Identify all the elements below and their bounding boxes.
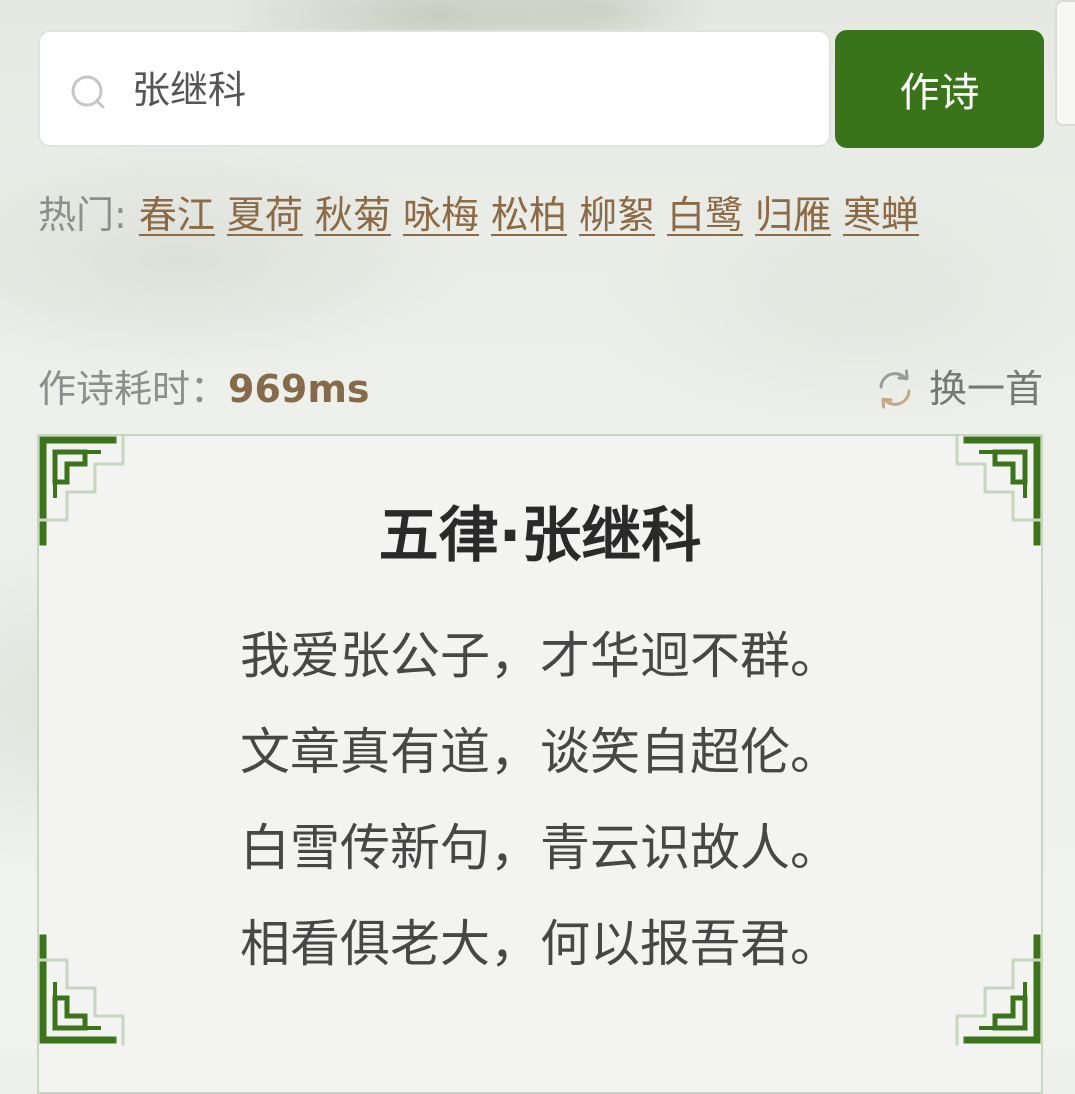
hot-topic-link[interactable]: 秋菊 xyxy=(315,193,391,237)
hot-topic-link[interactable]: 松柏 xyxy=(491,193,567,237)
generation-time: 作诗耗时：969ms xyxy=(38,362,370,416)
hot-topics: 热门: 春江 夏荷 秋菊 咏梅 松柏 柳絮 白鹭 归雁 寒蝉 xyxy=(38,186,1038,244)
poem-body: 我爱张公子，才华迥不群。 文章真有道，谈笑自超伦。 白雪传新句，青云识故人。 相… xyxy=(39,608,1041,992)
hot-topic-link[interactable]: 白鹭 xyxy=(667,193,743,237)
generation-time-label: 作诗耗时： xyxy=(38,367,229,411)
hot-topics-label: 热门: xyxy=(38,193,127,237)
poem-line: 我爱张公子，才华迥不群。 xyxy=(240,627,840,685)
poem-title: 五律·张继科 xyxy=(378,501,702,571)
hot-topic-link[interactable]: 柳絮 xyxy=(579,193,655,237)
hot-topic-link[interactable]: 归雁 xyxy=(755,193,831,237)
side-panel-edge xyxy=(1055,0,1075,126)
search-input[interactable]: 张继科 xyxy=(132,64,246,116)
poem-line: 相看俱老大，何以报吾君。 xyxy=(240,915,840,973)
regenerate-label: 换一首 xyxy=(928,367,1043,411)
refresh-icon xyxy=(879,369,911,409)
search-icon xyxy=(71,75,105,109)
generation-time-value: 969ms xyxy=(228,367,370,411)
hot-topic-link[interactable]: 寒蝉 xyxy=(843,193,919,237)
hot-topic-link[interactable]: 咏梅 xyxy=(403,193,479,237)
search-input-box[interactable]: 张继科 xyxy=(38,30,831,147)
poem-card: 五律·张继科 我爱张公子，才华迥不群。 文章真有道，谈笑自超伦。 白雪传新句，青… xyxy=(37,434,1043,1094)
compose-poem-button[interactable]: 作诗 xyxy=(835,30,1044,148)
poem-line: 文章真有道，谈笑自超伦。 xyxy=(240,723,840,781)
hot-topic-link[interactable]: 春江 xyxy=(139,193,215,237)
poem-line: 白雪传新句，青云识故人。 xyxy=(240,819,840,877)
hot-topic-link[interactable]: 夏荷 xyxy=(227,193,303,237)
regenerate-button[interactable]: 换一首 xyxy=(875,362,1043,416)
